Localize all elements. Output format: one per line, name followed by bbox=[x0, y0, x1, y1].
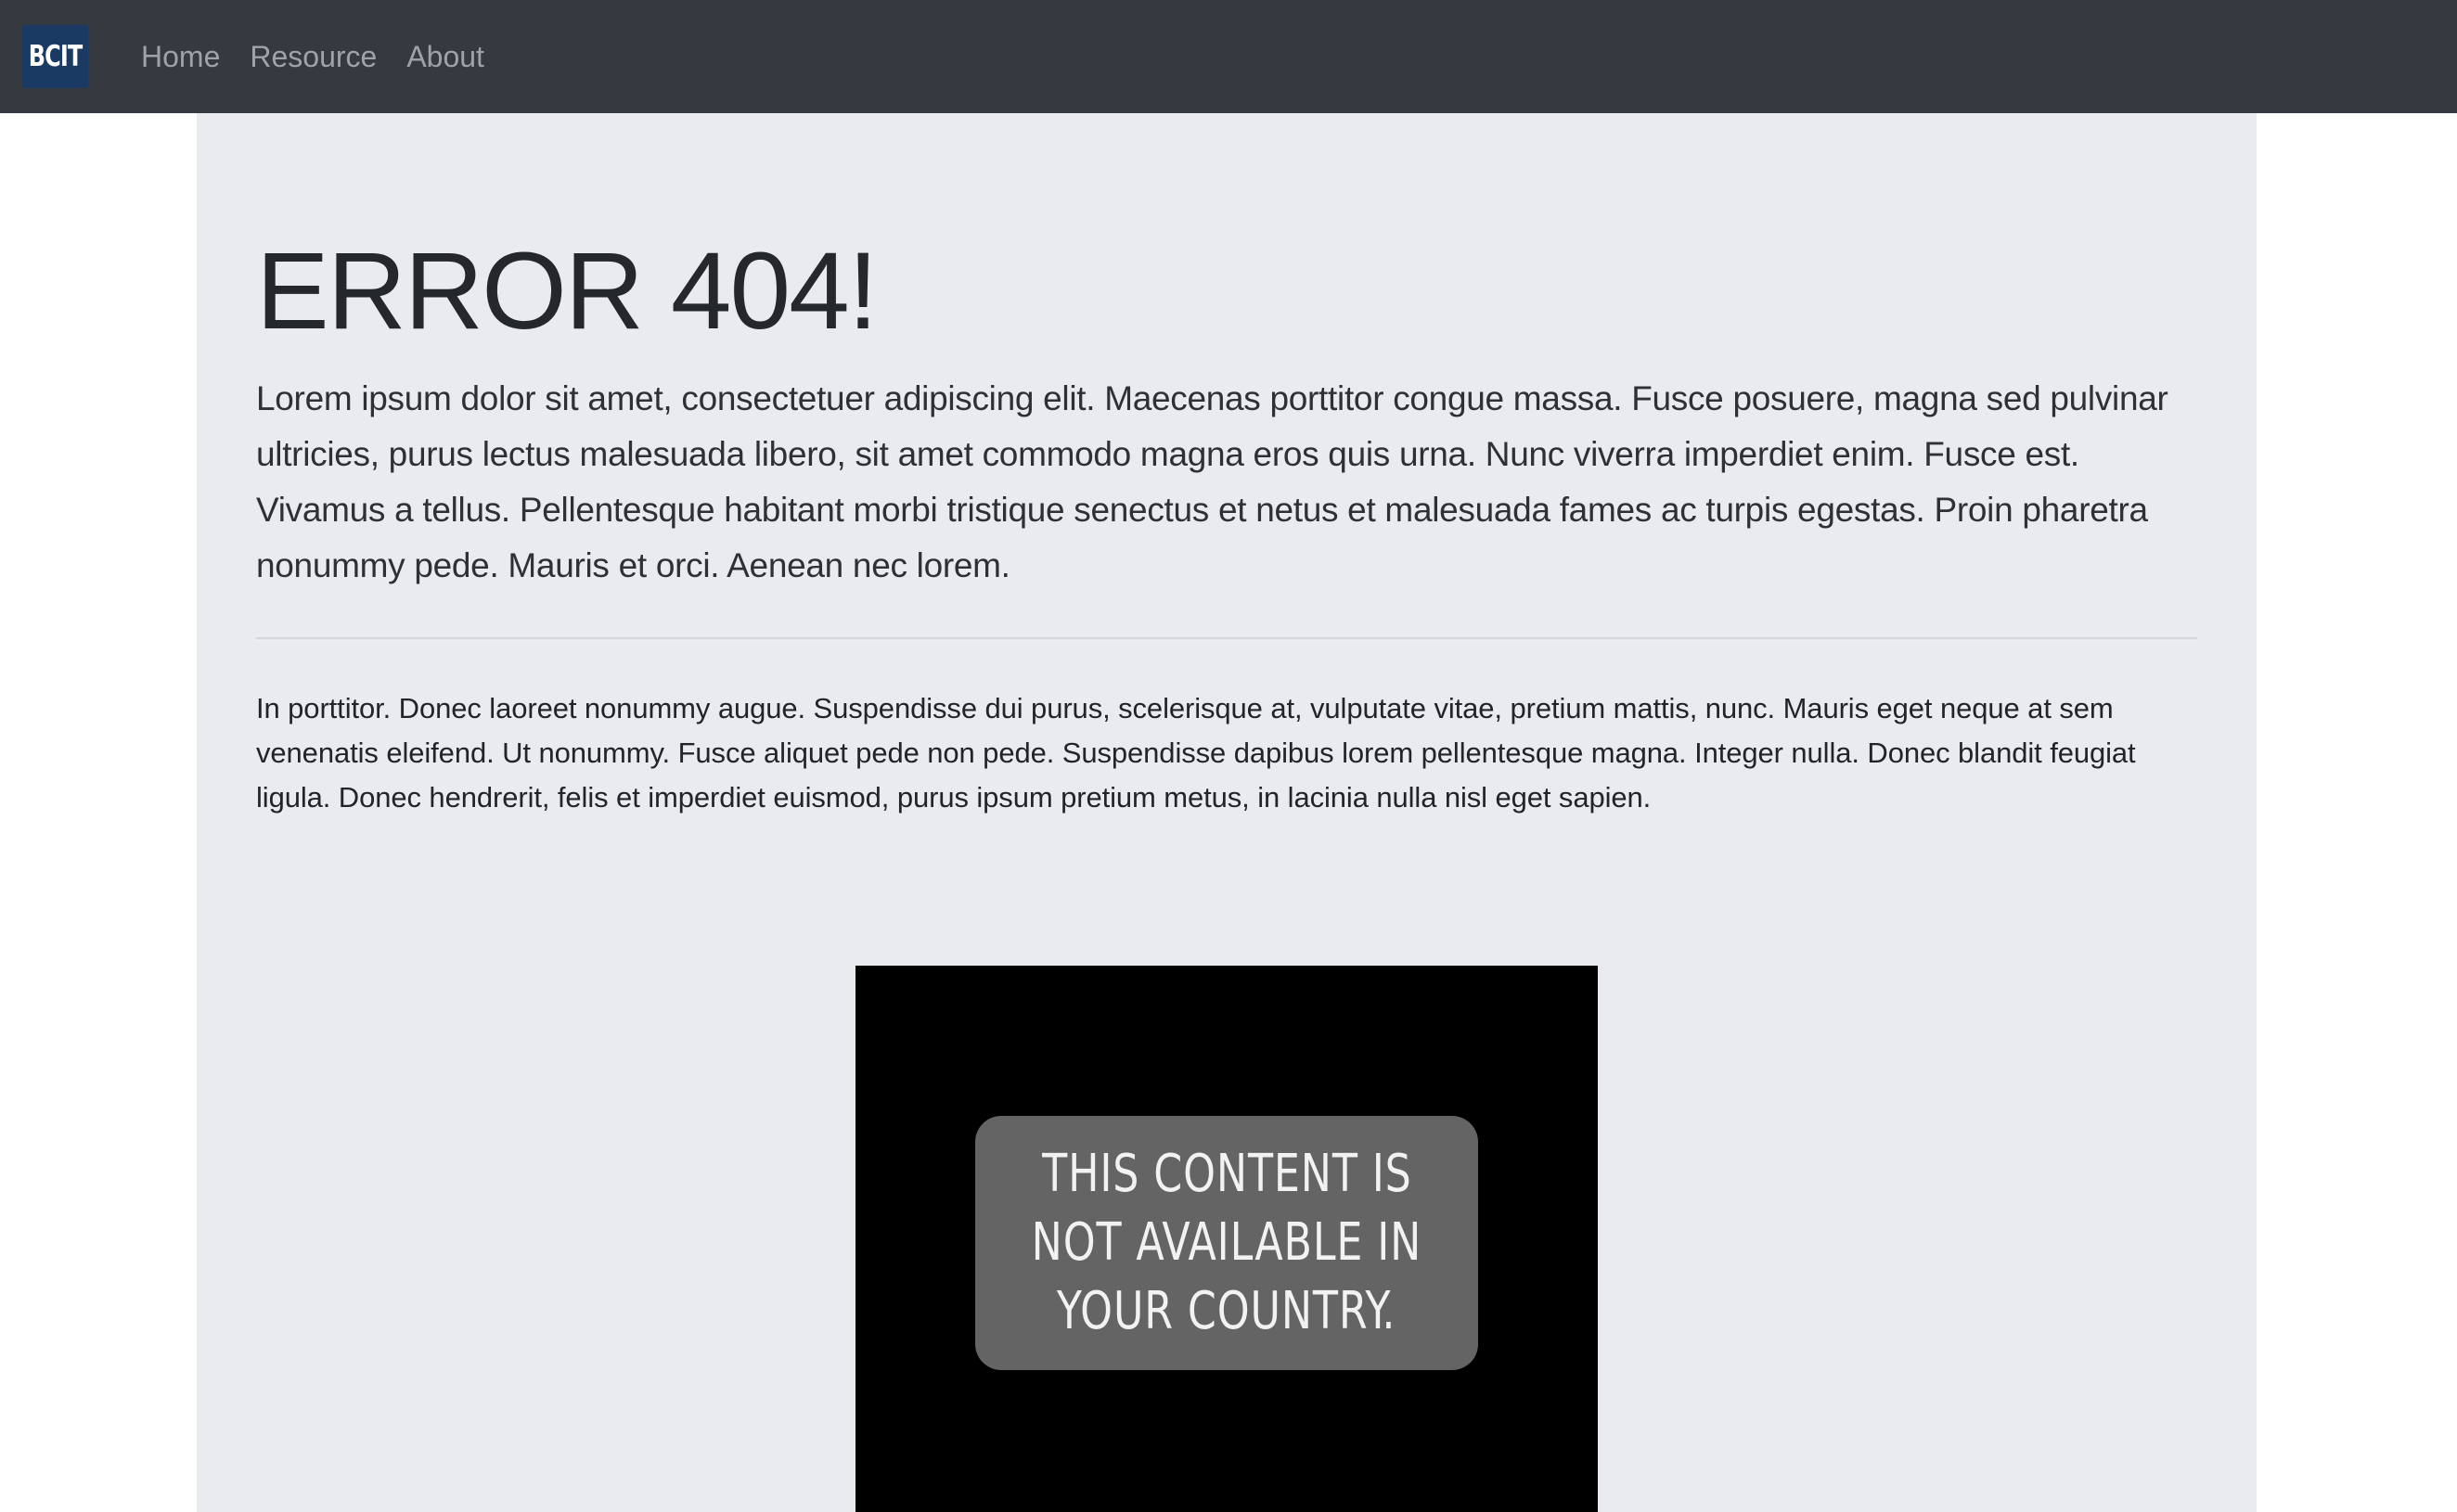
nav-links: Home Resource About bbox=[141, 0, 514, 113]
comic-message-box: THIS CONTENT IS NOT AVAILABLE IN YOUR CO… bbox=[975, 1116, 1478, 1370]
comic-line: NOT AVAILABLE IN bbox=[1031, 1212, 1422, 1273]
nav-link-about[interactable]: About bbox=[406, 40, 484, 74]
comic-image: THIS CONTENT IS NOT AVAILABLE IN YOUR CO… bbox=[855, 966, 1598, 1512]
top-navbar: BCIT Home Resource About bbox=[0, 0, 2457, 113]
body-paragraph: In porttitor. Donec laoreet nonummy augu… bbox=[256, 692, 2136, 814]
divider bbox=[256, 637, 2197, 639]
comic-line: YOUR COUNTRY. bbox=[1057, 1281, 1396, 1341]
page-title: ERROR 404! bbox=[256, 230, 879, 352]
jumbotron: ERROR 404! Lorem ipsum dolor sit amet, c… bbox=[197, 113, 2257, 1512]
nav-link-resource[interactable]: Resource bbox=[250, 40, 377, 74]
brand-text: BCIT bbox=[28, 40, 84, 73]
bcit-logo[interactable]: BCIT bbox=[22, 25, 88, 88]
comic-line: THIS CONTENT IS bbox=[1041, 1144, 1412, 1204]
nav-link-home[interactable]: Home bbox=[141, 40, 220, 74]
lead-paragraph: Lorem ipsum dolor sit amet, consectetuer… bbox=[256, 379, 2168, 584]
